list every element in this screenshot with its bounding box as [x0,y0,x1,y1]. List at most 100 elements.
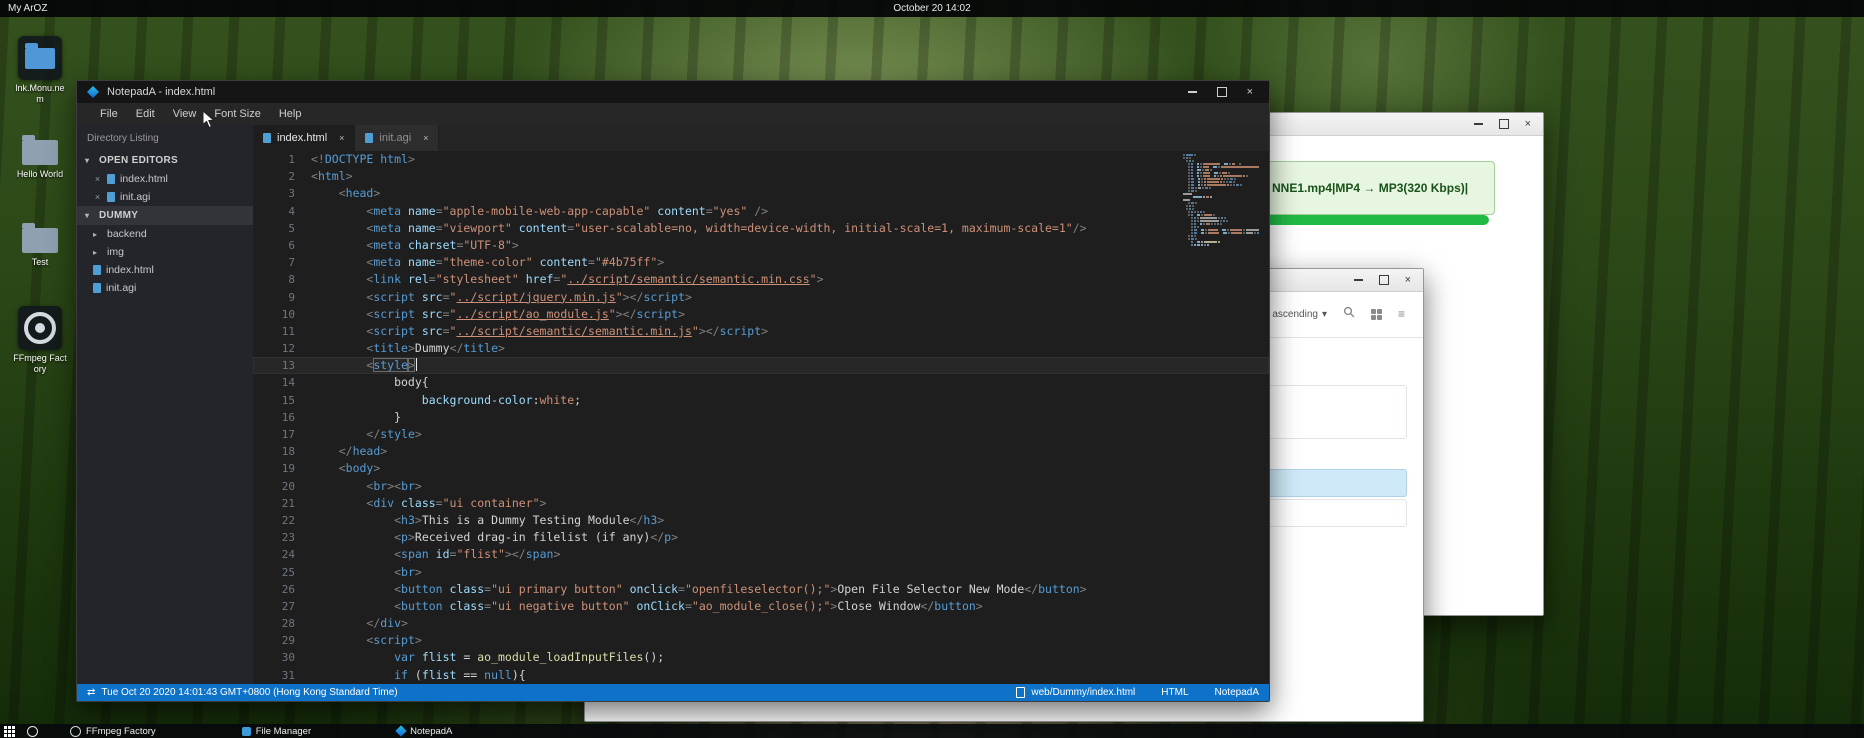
line-number: 9 [253,289,311,306]
tab-bar: index.html×init.agi× [253,125,1269,151]
open-editor-init.agi[interactable]: ×init.agi [77,188,253,206]
line-number: 3 [253,185,311,202]
disc-icon [18,306,62,350]
code-line-10[interactable]: 10 <script src="../script/ao_module.js">… [253,306,1269,323]
tab-index.html[interactable]: index.html× [253,125,355,151]
maximize-icon[interactable] [1379,275,1389,285]
maximize-icon[interactable] [1499,119,1509,129]
minimize-icon[interactable] [1474,123,1483,125]
desktop-icon-test[interactable]: Test [8,218,72,268]
code-line-9[interactable]: 9 <script src="../script/jquery.min.js">… [253,289,1269,306]
sort-dropdown[interactable]: ascending ▾ [1272,309,1327,320]
code-line-16[interactable]: 16 } [253,409,1269,426]
system-menu[interactable]: My ArOZ [0,3,47,14]
code-editor[interactable]: 1<!DOCTYPE html>2<html>3 <head>4 <meta n… [253,151,1269,684]
code-line-28[interactable]: 28 </div> [253,615,1269,632]
code-line-31[interactable]: 31 if (flist == null){ [253,667,1269,684]
line-number: 28 [253,615,311,632]
code-line-21[interactable]: 21 <div class="ui container"> [253,495,1269,512]
app-launcher-icon[interactable] [4,726,15,737]
minimize-icon[interactable] [1188,91,1197,93]
taskbar-item-notepada[interactable]: NotepadA [397,726,452,737]
code-line-25[interactable]: 25 <br> [253,564,1269,581]
code-line-23[interactable]: 23 <p>Received drag-in filelist (if any)… [253,529,1269,546]
close-icon[interactable]: × [93,174,102,184]
desktop-icon-label: Hello World [11,169,69,180]
close-tab-icon[interactable]: × [339,133,344,143]
code-line-6[interactable]: 6 <meta charset="UTF-8"> [253,237,1269,254]
menu-item-font-size[interactable]: Font Size [205,108,269,120]
code-line-7[interactable]: 7 <meta name="theme-color" content="#4b7… [253,254,1269,271]
code-line-26[interactable]: 26 <button class="ui primary button" onc… [253,581,1269,598]
aroz-home-icon[interactable] [27,726,38,737]
list-view-icon[interactable]: ≡ [1398,308,1405,320]
desktop-icon-hello-world[interactable]: Hello World [8,130,72,180]
close-icon[interactable]: × [93,192,102,202]
line-number: 22 [253,512,311,529]
close-icon[interactable]: × [1247,87,1253,98]
line-number: 23 [253,529,311,546]
menu-item-edit[interactable]: Edit [127,108,164,120]
file-icon [107,174,115,184]
code-lines: 1<!DOCTYPE html>2<html>3 <head>4 <meta n… [253,151,1269,684]
grid-view-icon[interactable] [1371,309,1382,320]
tree-item-backend[interactable]: ▸backend [77,225,253,243]
taskbar: FFmpeg Factory File Manager NotepadA [0,724,1864,738]
line-number: 12 [253,340,311,357]
code-line-12[interactable]: 12 <title>Dummy</title> [253,340,1269,357]
line-number: 6 [253,237,311,254]
tree-item-init.agi[interactable]: init.agi [77,279,253,297]
desktop-icon-lnk-monu-ne-m[interactable]: lnk.Monu.ne m [8,36,72,105]
close-icon[interactable]: × [1525,119,1531,130]
code-line-11[interactable]: 11 <script src="../script/semantic/seman… [253,323,1269,340]
tree-item-index.html[interactable]: index.html [77,261,253,279]
code-line-19[interactable]: 19 <body> [253,460,1269,477]
notepada-window: NotepadA - index.html × FileEditViewFont… [76,80,1270,702]
menu-item-view[interactable]: View [164,108,206,120]
code-line-17[interactable]: 17 </style> [253,426,1269,443]
code-line-14[interactable]: 14 body{ [253,374,1269,391]
chevron-right-icon: ▸ [93,248,102,257]
code-line-27[interactable]: 27 <button class="ui negative button" on… [253,598,1269,615]
open-editors-section[interactable]: ▾ OPEN EDITORS [77,151,253,170]
code-line-4[interactable]: 4 <meta name="apple-mobile-web-app-capab… [253,203,1269,220]
taskbar-item-file-manager[interactable]: File Manager [242,726,311,737]
code-line-15[interactable]: 15 background-color:white; [253,392,1269,409]
desktop-icon-ffmpeg-factory[interactable]: FFmpeg Factory [8,306,72,375]
minimap[interactable] [1183,154,1259,247]
code-line-24[interactable]: 24 <span id="flist"></span> [253,546,1269,563]
menu-item-help[interactable]: Help [270,108,311,120]
file-icon [93,283,101,293]
taskbar-item-ffmpeg-factory[interactable]: FFmpeg Factory [70,726,156,737]
code-line-20[interactable]: 20 <br><br> [253,478,1269,495]
code-line-22[interactable]: 22 <h3>This is a Dummy Testing Module</h… [253,512,1269,529]
code-line-29[interactable]: 29 <script> [253,632,1269,649]
mouse-cursor [202,110,215,134]
close-icon[interactable]: × [1405,275,1411,286]
code-line-8[interactable]: 8 <link rel="stylesheet" href="../script… [253,271,1269,288]
menu-item-file[interactable]: File [91,108,127,120]
code-line-3[interactable]: 3 <head> [253,185,1269,202]
code-line-18[interactable]: 18 </head> [253,443,1269,460]
code-line-1[interactable]: 1<!DOCTYPE html> [253,151,1269,168]
status-language[interactable]: HTML [1161,687,1188,698]
status-datetime: Tue Oct 20 2020 14:01:43 GMT+0800 (Hong … [101,687,397,698]
line-number: 26 [253,581,311,598]
maximize-icon[interactable] [1217,87,1227,97]
tree-item-img[interactable]: ▸img [77,243,253,261]
window-title: NotepadA - index.html [107,86,215,98]
code-line-2[interactable]: 2<html> [253,168,1269,185]
desktop-icon-label: lnk.Monu.ne m [11,83,69,105]
code-line-13[interactable]: 13 <style> [253,357,1269,374]
tab-init.agi[interactable]: init.agi× [355,125,439,151]
notepada-titlebar[interactable]: NotepadA - index.html × [77,81,1269,103]
code-line-30[interactable]: 30 var flist = ao_module_loadInputFiles(… [253,649,1269,666]
line-number: 27 [253,598,311,615]
search-icon[interactable] [1343,305,1355,323]
close-tab-icon[interactable]: × [423,133,428,143]
folder-section-dummy[interactable]: ▾ DUMMY [77,206,253,225]
open-editor-index.html[interactable]: ×index.html [77,170,253,188]
code-line-5[interactable]: 5 <meta name="viewport" content="user-sc… [253,220,1269,237]
ffmpeg-icon [70,726,81,737]
minimize-icon[interactable] [1354,279,1363,281]
